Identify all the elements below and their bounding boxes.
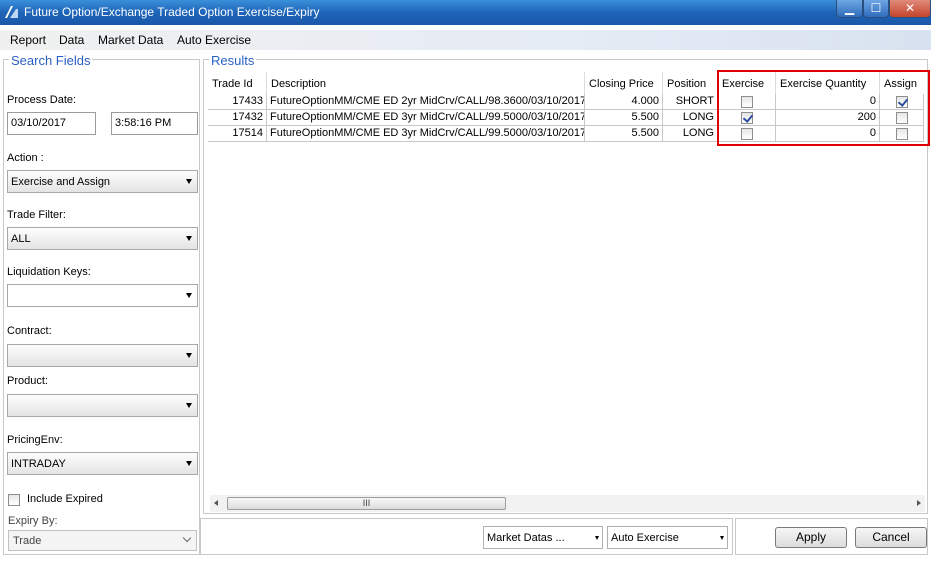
cell-trade-id[interactable]: 17433 — [208, 94, 267, 110]
apply-button[interactable]: Apply — [775, 527, 847, 548]
window-titlebar: Future Option/Exchange Traded Option Exe… — [0, 0, 931, 25]
column-header-trade-id[interactable]: Trade Id — [208, 72, 267, 94]
pricing-env-dropdown[interactable]: INTRADAY — [7, 452, 198, 475]
process-date-label: Process Date: — [7, 94, 77, 106]
action-dropdown-value: Exercise and Assign — [11, 176, 111, 188]
cell-closing-price[interactable]: 5.500 — [585, 110, 663, 126]
column-header-assign[interactable]: Assign — [880, 72, 924, 94]
assign-checkbox[interactable] — [895, 112, 908, 124]
scroll-right-icon[interactable] — [917, 500, 921, 506]
dropdown-arrow-icon — [186, 293, 192, 298]
minimize-button[interactable]: ▁ — [836, 0, 863, 18]
search-fields-legend: Search Fields — [9, 53, 93, 68]
cell-description[interactable]: FutureOptionMM/CME ED 2yr MidCrv/CALL/98… — [267, 94, 585, 110]
action-label: Action : — [7, 152, 44, 164]
liquidation-keys-dropdown[interactable] — [7, 284, 198, 307]
cancel-button[interactable]: Cancel — [855, 527, 927, 548]
include-expired-checkbox[interactable] — [8, 494, 20, 506]
cell-assign — [880, 110, 924, 126]
dropdown-arrow-icon — [186, 403, 192, 408]
dropdown-arrow-icon — [186, 353, 192, 358]
menu-report[interactable]: Report — [10, 33, 46, 47]
cell-assign — [880, 94, 924, 110]
cell-trade-id[interactable]: 17514 — [208, 126, 267, 142]
cell-exercise — [718, 94, 776, 110]
auto-exercise-value: Auto Exercise — [611, 532, 679, 544]
column-header-position[interactable]: Position — [663, 72, 718, 94]
action-dropdown[interactable]: Exercise and Assign — [7, 170, 198, 193]
exercise-checkbox[interactable] — [740, 128, 753, 140]
include-expired-label: Include Expired — [27, 493, 103, 505]
product-dropdown[interactable] — [7, 394, 198, 417]
trade-filter-value: ALL — [11, 233, 31, 245]
cell-position[interactable]: LONG — [663, 110, 718, 126]
menu-market-data[interactable]: Market Data — [98, 33, 163, 47]
window-title: Future Option/Exchange Traded Option Exe… — [24, 5, 320, 19]
menu-data[interactable]: Data — [59, 33, 84, 47]
expiry-by-label: Expiry By: — [8, 515, 58, 527]
cell-exercise-quantity[interactable]: 0 — [776, 126, 880, 142]
exercise-checkbox[interactable] — [740, 112, 753, 124]
trade-filter-label: Trade Filter: — [7, 209, 66, 221]
dropdown-arrow-icon — [186, 179, 192, 184]
cell-exercise-quantity[interactable]: 0 — [776, 94, 880, 110]
menu-bar: Report Data Market Data Auto Exercise — [0, 30, 931, 50]
results-legend: Results — [209, 53, 257, 68]
market-datas-dropdown[interactable]: Market Datas ... — [483, 526, 603, 549]
dropdown-arrow-icon — [186, 236, 192, 241]
maximize-button[interactable]: ☐ — [863, 0, 889, 18]
cell-closing-price[interactable]: 5.500 — [585, 126, 663, 142]
contract-label: Contract: — [7, 325, 52, 337]
dropdown-arrow-icon — [595, 536, 599, 540]
liquidation-keys-label: Liquidation Keys: — [7, 266, 91, 278]
cell-position[interactable]: SHORT — [663, 94, 718, 110]
cell-exercise — [718, 126, 776, 142]
expiry-by-value: Trade — [13, 535, 42, 547]
cell-trade-id[interactable]: 17432 — [208, 110, 267, 126]
app-icon — [5, 6, 18, 18]
auto-exercise-dropdown[interactable]: Auto Exercise — [607, 526, 728, 549]
cell-closing-price[interactable]: 4.000 — [585, 94, 663, 110]
column-header-exercise-quantity[interactable]: Exercise Quantity — [776, 72, 880, 94]
horizontal-scrollbar[interactable]: III — [210, 495, 925, 512]
bottom-toolbar-left: Market Datas ... Auto Exercise — [200, 518, 733, 555]
market-datas-value: Market Datas ... — [487, 532, 565, 544]
process-date-field[interactable]: 03/10/2017 — [7, 112, 96, 135]
search-fields-panel: Search Fields Process Date: 03/10/2017 3… — [3, 53, 200, 555]
bottom-toolbar-right: Apply Cancel — [735, 518, 928, 555]
menu-auto-exercise[interactable]: Auto Exercise — [177, 33, 251, 47]
assign-checkbox[interactable] — [895, 128, 908, 140]
column-header-exercise[interactable]: Exercise — [718, 72, 776, 94]
results-panel: Results Trade Id Description Closing Pri… — [203, 53, 930, 514]
cell-exercise-quantity[interactable]: 200 — [776, 110, 880, 126]
expiry-by-dropdown[interactable]: Trade — [8, 530, 197, 551]
process-time-field[interactable]: 3:58:16 PM — [111, 112, 198, 135]
column-header-description[interactable]: Description — [267, 72, 585, 94]
pricing-env-value: INTRADAY — [11, 458, 66, 470]
cell-description[interactable]: FutureOptionMM/CME ED 3yr MidCrv/CALL/99… — [267, 126, 585, 142]
cell-exercise — [718, 110, 776, 126]
dropdown-arrow-icon — [720, 536, 724, 540]
scroll-left-icon[interactable] — [214, 500, 218, 506]
cell-assign — [880, 126, 924, 142]
close-button[interactable]: ✕ — [889, 0, 931, 18]
pricing-env-label: PricingEnv: — [7, 434, 63, 446]
contract-dropdown[interactable] — [7, 344, 198, 367]
trade-filter-dropdown[interactable]: ALL — [7, 227, 198, 250]
product-label: Product: — [7, 375, 48, 387]
column-header-closing-price[interactable]: Closing Price — [585, 72, 663, 94]
scrollbar-thumb[interactable]: III — [227, 497, 506, 510]
chevron-down-icon — [182, 533, 192, 543]
assign-checkbox[interactable] — [895, 96, 908, 108]
cell-position[interactable]: LONG — [663, 126, 718, 142]
dropdown-arrow-icon — [186, 461, 192, 466]
cell-description[interactable]: FutureOptionMM/CME ED 3yr MidCrv/CALL/99… — [267, 110, 585, 126]
exercise-checkbox[interactable] — [740, 96, 753, 108]
